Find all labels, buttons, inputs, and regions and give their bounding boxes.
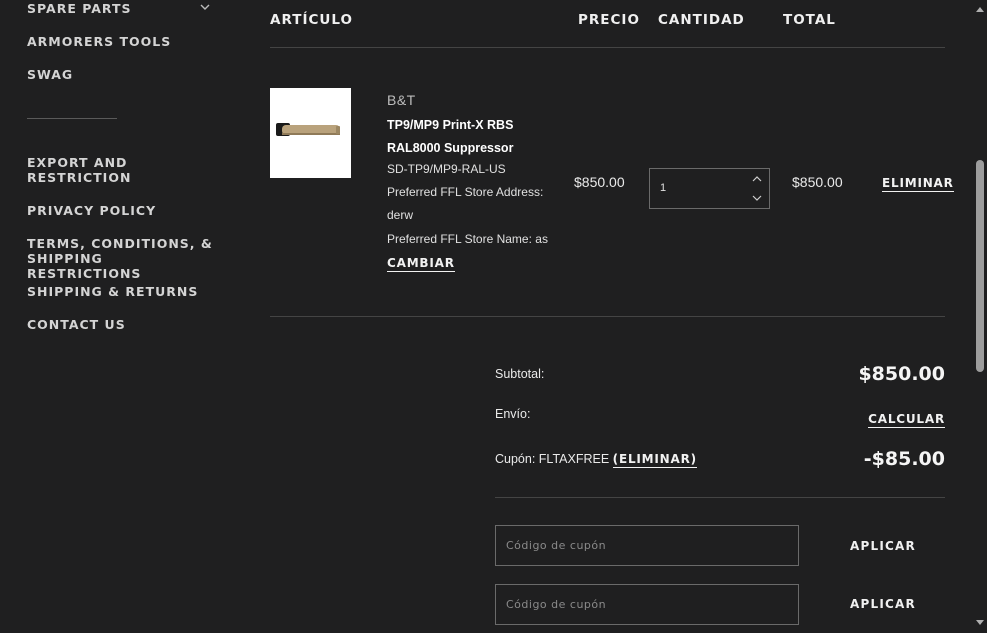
subtotal-value: $850.00 bbox=[858, 363, 945, 385]
ffl-address-label: Preferred FFL Store Address: bbox=[387, 185, 544, 199]
header-total: TOTAL bbox=[783, 12, 836, 28]
cart: ARTÍCULO PRECIO CANTIDAD TOTAL B&T TP9/M… bbox=[270, 0, 954, 633]
calculate-shipping-link[interactable]: CALCULAR bbox=[868, 412, 945, 428]
quantity-value[interactable]: 1 bbox=[660, 182, 666, 194]
remove-coupon-link[interactable]: (ELIMINAR) bbox=[612, 452, 697, 468]
subtotal-label: Subtotal: bbox=[495, 367, 545, 381]
chevron-down-icon[interactable] bbox=[199, 2, 211, 12]
totals-divider bbox=[495, 497, 945, 498]
apply-coupon-button[interactable]: APLICAR bbox=[850, 597, 916, 611]
shipping-label: Envío: bbox=[495, 407, 531, 421]
header-divider bbox=[270, 47, 945, 48]
sidebar-item-export-restriction[interactable]: EXPORT AND RESTRICTION bbox=[27, 155, 147, 185]
sidebar-item-contact-us[interactable]: CONTACT US bbox=[27, 317, 126, 332]
item-price: $850.00 bbox=[574, 174, 625, 190]
product-image[interactable] bbox=[270, 88, 351, 178]
sidebar-divider bbox=[27, 118, 117, 119]
sidebar-item-armorers-tools[interactable]: ARMORERS TOOLS bbox=[27, 34, 171, 49]
header-quantity: CANTIDAD bbox=[658, 12, 745, 28]
chevron-down-icon[interactable] bbox=[751, 193, 763, 203]
sidebar: SPARE PARTS ARMORERS TOOLS SWAG EXPORT A… bbox=[0, 0, 230, 633]
sidebar-item-terms[interactable]: TERMS, CONDITIONS, & SHIPPING RESTRICTIO… bbox=[27, 236, 222, 281]
scroll-up-icon[interactable] bbox=[976, 6, 984, 12]
item-divider bbox=[270, 316, 945, 317]
ffl-address-value: derw bbox=[387, 208, 414, 222]
coupon-code-input[interactable] bbox=[495, 525, 799, 566]
item-total: $850.00 bbox=[792, 174, 843, 190]
product-brand: B&T bbox=[387, 92, 416, 108]
coupon-discount-value: -$85.00 bbox=[863, 448, 945, 470]
quantity-stepper[interactable]: 1 bbox=[649, 168, 770, 209]
suppressor-image bbox=[276, 123, 340, 136]
header-price: PRECIO bbox=[578, 12, 640, 28]
scroll-down-icon[interactable] bbox=[976, 620, 984, 626]
sidebar-item-spare-parts[interactable]: SPARE PARTS bbox=[27, 1, 132, 16]
sidebar-item-privacy-policy[interactable]: PRIVACY POLICY bbox=[27, 203, 156, 218]
remove-item-link[interactable]: ELIMINAR bbox=[882, 176, 954, 192]
chevron-up-icon[interactable] bbox=[751, 174, 763, 184]
change-link[interactable]: CAMBIAR bbox=[387, 256, 455, 272]
product-sku: SD-TP9/MP9-RAL-US bbox=[387, 162, 506, 176]
product-name[interactable]: TP9/MP9 Print-X RBS RAL8000 Suppressor bbox=[387, 114, 537, 160]
coupon-label: Cupón: FLTAXFREE bbox=[495, 452, 610, 466]
scrollbar[interactable] bbox=[973, 0, 987, 633]
coupon-code-input[interactable] bbox=[495, 584, 799, 625]
apply-coupon-button[interactable]: APLICAR bbox=[850, 539, 916, 553]
sidebar-item-swag[interactable]: SWAG bbox=[27, 67, 73, 82]
ffl-store-name: Preferred FFL Store Name: as bbox=[387, 232, 548, 246]
header-article: ARTÍCULO bbox=[270, 12, 353, 28]
sidebar-item-shipping-returns[interactable]: SHIPPING & RETURNS bbox=[27, 284, 198, 299]
scrollbar-thumb[interactable] bbox=[976, 160, 984, 372]
